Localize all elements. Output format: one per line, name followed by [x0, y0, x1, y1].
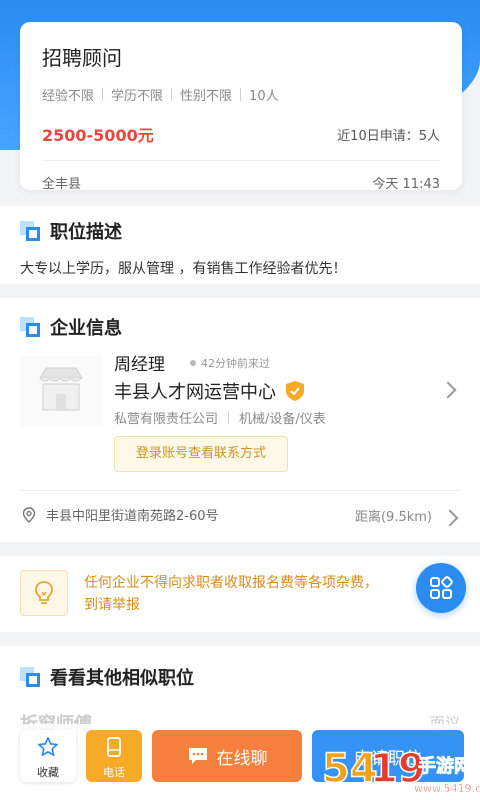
- job-description-section: 职位描述 大专以上学历，服从管理 ，有销售工作经验者优先！: [0, 206, 480, 284]
- tag-education: 学历不限: [111, 89, 164, 104]
- divider: [20, 490, 460, 491]
- location-pin-icon: [22, 506, 36, 523]
- section-icon: [20, 667, 40, 687]
- call-label: 电话: [103, 766, 125, 779]
- salary: 2500-5000元: [42, 126, 154, 145]
- contact-name: 周经理: [114, 355, 165, 375]
- warning-text: 任何企业不得向求职者收取报名费等各项杂费， 到请举报: [84, 572, 424, 616]
- meta-divider: [228, 411, 230, 424]
- distance: 距离(9.5km): [354, 510, 432, 525]
- warning-line-2: 到请举报: [84, 597, 140, 613]
- svg-text:手游网: 手游网: [418, 755, 472, 777]
- chevron-right-icon[interactable]: [441, 509, 459, 527]
- status-dot: [190, 360, 196, 366]
- call-button[interactable]: 电话: [86, 730, 142, 782]
- tag-divider: [240, 88, 242, 101]
- phone-icon: [107, 737, 121, 757]
- apps-grid-icon: [430, 576, 453, 599]
- job-tags: 经验不限 学历不限 性别不限 10人: [42, 85, 440, 104]
- favorite-label: 收藏: [37, 766, 59, 779]
- section-header: 企业信息: [0, 314, 480, 340]
- apps-grid-button[interactable]: [416, 563, 466, 613]
- salary-row: 2500-5000元 近10日申请：5人: [42, 122, 440, 146]
- active-time: 42分钟前来过: [201, 357, 270, 370]
- posted-time: 今天 11:43: [372, 177, 440, 192]
- divider: [42, 160, 440, 161]
- section-header: 职位描述: [0, 218, 480, 244]
- active-status: 42分钟前来过: [190, 355, 270, 371]
- job-description-text: 大专以上学历，服从管理 ，有销售工作经验者优先！: [20, 261, 347, 277]
- chevron-right-icon[interactable]: [439, 381, 457, 399]
- company-address[interactable]: 丰县中阳里街道南苑路2-60号: [22, 505, 219, 524]
- section-title: 职位描述: [50, 222, 122, 243]
- company-info-section: 企业信息 周经理 42分钟前来过 丰县人才网运营中心 私营有限责任公司 机械/设…: [0, 298, 480, 542]
- company-name-link[interactable]: 丰县人才网运营中心: [114, 378, 304, 404]
- svg-text:www.5419.cn: www.5419.cn: [414, 782, 480, 795]
- section-title: 企业信息: [50, 318, 122, 339]
- tag-gender: 性别不限: [180, 89, 233, 104]
- company-name: 丰县人才网运营中心: [114, 382, 276, 403]
- company-meta: 私营有限责任公司 机械/设备/仪表: [114, 408, 326, 427]
- job-location: 全丰县: [42, 177, 82, 192]
- tag-experience: 经验不限: [42, 89, 95, 104]
- tag-divider: [102, 88, 104, 101]
- chat-label: 在线聊: [216, 748, 268, 769]
- job-title: 招聘顾问: [42, 46, 122, 70]
- tag-divider: [171, 88, 173, 101]
- job-summary-card: 招聘顾问 经验不限 学历不限 性别不限 10人 2500-5000元 近10日申…: [20, 22, 462, 192]
- section-icon: [20, 317, 40, 337]
- site-watermark-logo: 54 19 手游网 www.5419.cn: [321, 745, 480, 795]
- company-industry: 机械/设备/仪表: [239, 412, 326, 427]
- address-text: 丰县中阳里街道南苑路2-60号: [46, 509, 219, 524]
- verified-shield-icon: [286, 381, 304, 401]
- tag-headcount: 10人: [249, 89, 279, 104]
- apply-count: 近10日申请：5人: [337, 128, 440, 144]
- star-icon: [38, 737, 58, 757]
- online-chat-button[interactable]: 在线聊: [152, 730, 302, 782]
- warning-box: 任何企业不得向求职者收取报名费等各项杂费， 到请举报: [20, 568, 460, 620]
- warning-section: 任何企业不得向求职者收取报名费等各项杂费， 到请举报: [0, 556, 480, 632]
- section-header: 看看其他相似职位: [0, 664, 480, 690]
- warning-line-1: 任何企业不得向求职者收取报名费等各项杂费，: [84, 575, 378, 591]
- section-icon: [20, 221, 40, 241]
- login-to-view-contact-button[interactable]: 登录账号查看联系方式: [114, 436, 288, 472]
- favorite-button[interactable]: 收藏: [20, 730, 76, 782]
- company-logo-icon: [20, 356, 102, 426]
- section-title: 看看其他相似职位: [50, 668, 194, 689]
- lightbulb-icon: [20, 570, 68, 616]
- company-type: 私营有限责任公司: [114, 412, 219, 427]
- location-row: 全丰县 今天 11:43: [42, 173, 440, 192]
- chat-bubble-icon: [188, 748, 207, 764]
